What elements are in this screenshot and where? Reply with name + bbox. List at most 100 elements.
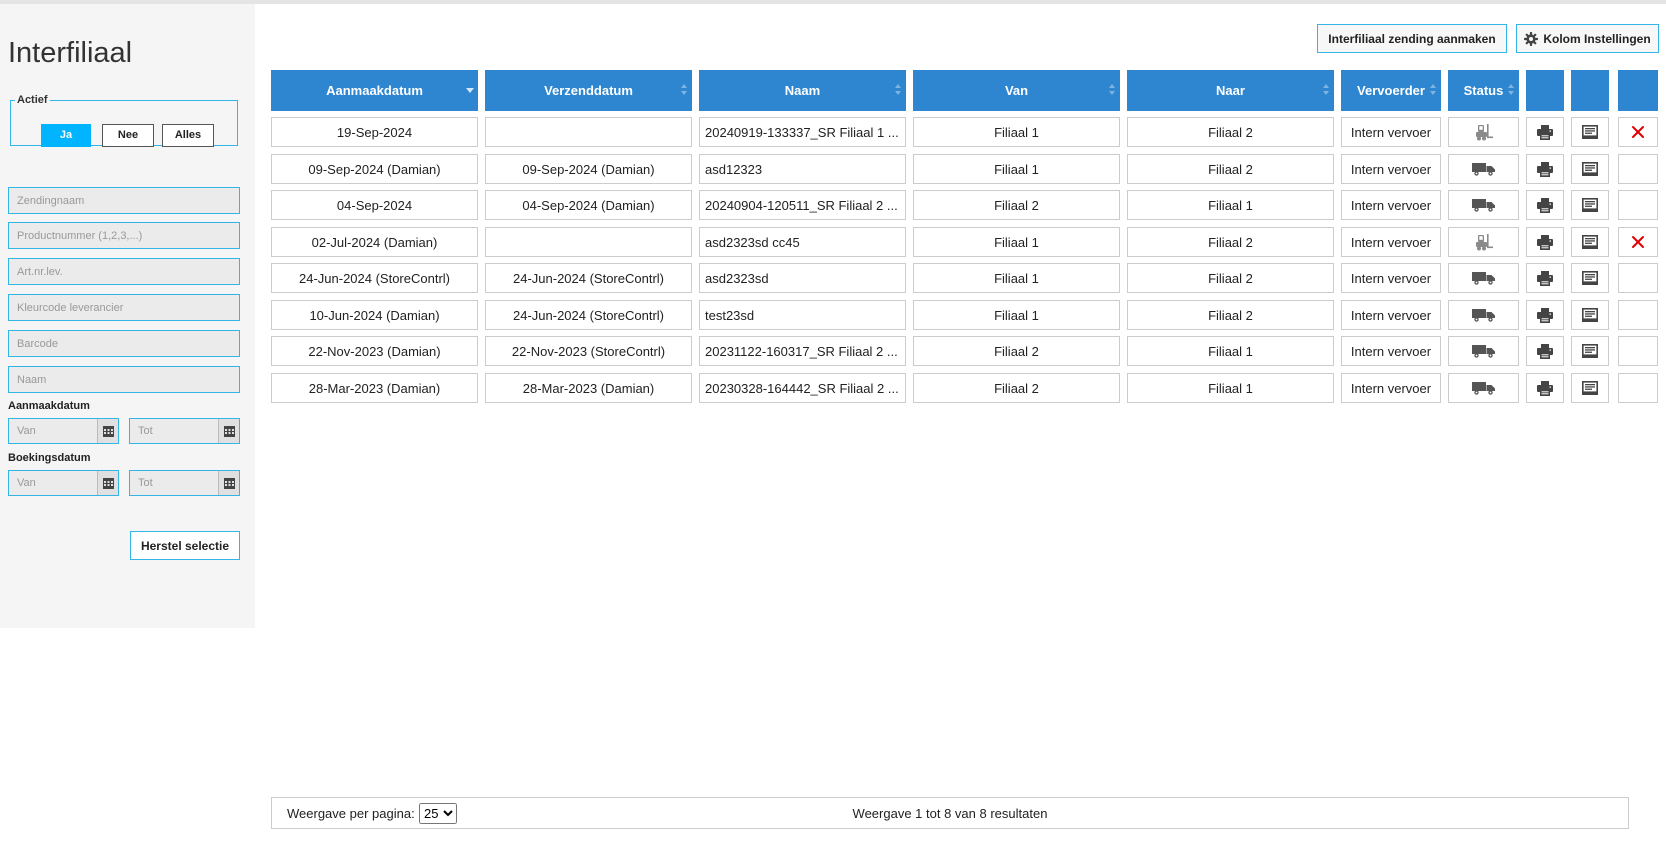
aanmaakdatum-van-input[interactable] xyxy=(9,419,97,443)
print-button[interactable] xyxy=(1526,263,1564,293)
naar-text: Filiaal 1 xyxy=(1208,343,1253,359)
actief-alles-button[interactable]: Alles xyxy=(162,124,214,147)
cell-van: Filiaal 1 xyxy=(913,263,1120,293)
artnr-lev-input[interactable] xyxy=(8,258,240,285)
sort-icon[interactable] xyxy=(1322,82,1330,98)
van-text: Filiaal 1 xyxy=(994,307,1039,323)
cell-naar: Filiaal 2 xyxy=(1127,117,1334,147)
barcode-input[interactable] xyxy=(8,330,240,357)
naam-text: asd2323sd cc45 xyxy=(705,234,800,250)
label-print-button[interactable] xyxy=(1571,373,1609,403)
naam-text: 20240904-120511_SR Filiaal 2 ... xyxy=(705,197,898,213)
cell-naam: 20240904-120511_SR Filiaal 2 ... xyxy=(699,190,906,220)
naam-text: 20230328-164442_SR Filiaal 2 ... xyxy=(705,380,899,396)
cell-status xyxy=(1448,336,1519,366)
truck-icon xyxy=(1471,308,1496,322)
actief-ja-button[interactable]: Ja xyxy=(41,124,91,147)
column-settings-button[interactable]: Kolom Instellingen xyxy=(1516,24,1659,53)
cell-delete xyxy=(1618,300,1658,330)
naar-text: Filiaal 2 xyxy=(1208,234,1253,250)
label-print-button[interactable] xyxy=(1571,117,1609,147)
van-text: Filiaal 2 xyxy=(994,380,1039,396)
actief-nee-button[interactable]: Nee xyxy=(102,124,154,147)
print-button[interactable] xyxy=(1526,373,1564,403)
cell-status xyxy=(1448,263,1519,293)
cell-delete xyxy=(1618,154,1658,184)
printer-icon xyxy=(1537,161,1553,177)
naar-text: Filiaal 2 xyxy=(1208,307,1253,323)
printer-icon xyxy=(1537,270,1553,286)
naam-text: 20240919-133337_SR Filiaal 1 ... xyxy=(705,124,899,140)
truck-icon xyxy=(1471,344,1496,358)
label-print-button[interactable] xyxy=(1571,190,1609,220)
column-header-aanmaakdatum[interactable]: Aanmaakdatum xyxy=(271,70,478,111)
label-print-button[interactable] xyxy=(1571,263,1609,293)
print-button[interactable] xyxy=(1526,336,1564,366)
zendingnaam-input[interactable] xyxy=(8,187,240,214)
reset-selection-button[interactable]: Herstel selectie xyxy=(130,531,240,560)
sort-icon[interactable] xyxy=(1108,82,1116,98)
cell-van: Filiaal 1 xyxy=(913,154,1120,184)
column-header-vervoerder[interactable]: Vervoerder xyxy=(1341,70,1441,111)
aanmaakdatum-text: 24-Jun-2024 (StoreContrl) xyxy=(298,270,451,286)
boekingsdatum-tot-input[interactable] xyxy=(130,471,218,495)
naam-text: asd2323sd xyxy=(705,270,769,286)
sort-descending-icon[interactable] xyxy=(466,82,474,98)
kleurcode-input[interactable] xyxy=(8,294,240,321)
column-header-verzenddatum[interactable]: Verzenddatum xyxy=(485,70,692,111)
sort-icon[interactable] xyxy=(1429,82,1437,98)
calendar-icon[interactable] xyxy=(218,419,239,443)
cell-naar: Filiaal 2 xyxy=(1127,227,1334,257)
naar-text: Filiaal 1 xyxy=(1208,197,1253,213)
cell-van: Filiaal 2 xyxy=(913,336,1120,366)
print-button[interactable] xyxy=(1526,190,1564,220)
actief-label: Actief xyxy=(17,94,48,106)
print-button[interactable] xyxy=(1526,154,1564,184)
column-header-naar[interactable]: Naar xyxy=(1127,70,1334,111)
label-print-icon xyxy=(1582,344,1598,358)
sort-icon[interactable] xyxy=(680,82,688,98)
column-header-label: Naar xyxy=(1216,83,1245,98)
cell-status xyxy=(1448,154,1519,184)
cell-naam: 20231122-160317_SR Filiaal 2 ... xyxy=(699,336,906,366)
aanmaakdatum-tot-input[interactable] xyxy=(130,419,218,443)
van-text: Filiaal 1 xyxy=(994,161,1039,177)
label-print-button[interactable] xyxy=(1571,227,1609,257)
naam-input[interactable] xyxy=(8,366,240,393)
verzenddatum-text: 04-Sep-2024 (Damian) xyxy=(522,197,655,213)
boekingsdatum-van-field xyxy=(8,470,119,496)
aanmaakdatum-van-field xyxy=(8,418,119,444)
cell-aanmaakdatum: 24-Jun-2024 (StoreContrl) xyxy=(271,263,478,293)
print-button[interactable] xyxy=(1526,300,1564,330)
print-button[interactable] xyxy=(1526,227,1564,257)
verzenddatum-text: 28-Mar-2023 (Damian) xyxy=(522,380,655,396)
label-print-button[interactable] xyxy=(1571,154,1609,184)
calendar-icon[interactable] xyxy=(97,471,118,495)
column-header-van[interactable]: Van xyxy=(913,70,1120,111)
delete-icon[interactable] xyxy=(1631,125,1645,139)
label-print-button[interactable] xyxy=(1571,300,1609,330)
delete-icon[interactable] xyxy=(1631,235,1645,249)
column-header-naam[interactable]: Naam xyxy=(699,70,906,111)
cell-naar: Filiaal 2 xyxy=(1127,300,1334,330)
calendar-icon[interactable] xyxy=(218,471,239,495)
print-button[interactable] xyxy=(1526,117,1564,147)
sort-icon[interactable] xyxy=(894,82,902,98)
printer-icon xyxy=(1537,124,1553,140)
sort-icon[interactable] xyxy=(1507,82,1515,98)
label-print-button[interactable] xyxy=(1571,336,1609,366)
vervoerder-text: Intern vervoer xyxy=(1350,343,1432,359)
calendar-icon[interactable] xyxy=(97,419,118,443)
productnummer-input[interactable] xyxy=(8,222,240,249)
column-header-label: Vervoerder xyxy=(1357,83,1425,98)
boekingsdatum-van-input[interactable] xyxy=(9,471,97,495)
create-interfiliaal-button[interactable]: Interfiliaal zending aanmaken xyxy=(1317,24,1507,53)
cell-verzenddatum: 28-Mar-2023 (Damian) xyxy=(485,373,692,403)
pagination-bar: Weergave per pagina: 25 Weergave 1 tot 8… xyxy=(271,797,1629,829)
vervoerder-text: Intern vervoer xyxy=(1350,161,1432,177)
vervoerder-text: Intern vervoer xyxy=(1350,307,1432,323)
column-header-status[interactable]: Status xyxy=(1448,70,1519,111)
cell-van: Filiaal 2 xyxy=(913,190,1120,220)
cell-status xyxy=(1448,227,1519,257)
cell-vervoerder: Intern vervoer xyxy=(1341,336,1441,366)
